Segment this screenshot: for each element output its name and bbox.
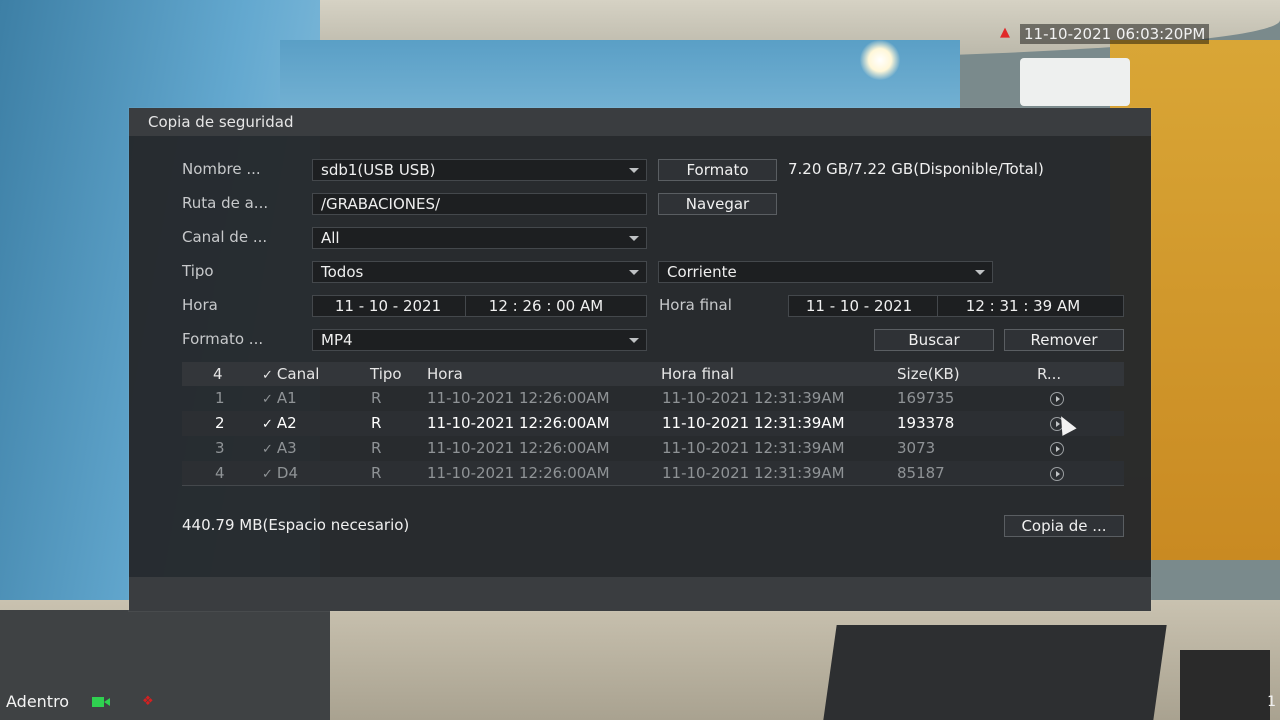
play-icon[interactable]	[1050, 392, 1064, 406]
osd-timestamp: 11-10-2021 06:03:20PM	[1020, 24, 1210, 44]
play-icon[interactable]	[1050, 442, 1064, 456]
stream-value: Corriente	[667, 263, 737, 281]
start-date[interactable]: 11 - 10 - 2021	[313, 296, 463, 316]
stream-select[interactable]: Corriente	[658, 261, 993, 283]
tv	[1180, 650, 1270, 720]
chevron-down-icon	[629, 270, 639, 275]
header-size: Size(KB)	[897, 365, 960, 383]
header-start: Hora	[427, 365, 463, 383]
alarm-bell-icon: ▲	[1000, 25, 1010, 40]
start-time[interactable]: 12 : 26 : 00 AM	[466, 296, 626, 316]
row-channel[interactable]: ✓ D4	[262, 461, 298, 486]
check-icon: ✓	[262, 392, 273, 407]
device-value: sdb1(USB USB)	[321, 161, 436, 179]
path-value: /GRABACIONES/	[321, 195, 441, 213]
check-icon: ✓	[262, 467, 273, 482]
start-datetime-field[interactable]: 11 - 10 - 2021 12 : 26 : 00 AM	[312, 295, 647, 317]
osd-edge-text: 1	[1267, 694, 1276, 710]
file-format-value: MP4	[321, 331, 353, 349]
row-end: 11-10-2021 12:31:39AM	[662, 389, 845, 407]
air-conditioner	[1020, 58, 1130, 106]
row-size: 193378	[897, 414, 955, 432]
row-type: R	[371, 414, 382, 432]
check-icon: ✓	[262, 442, 273, 457]
device-name-label: Nombre ...	[182, 160, 261, 178]
header-count: 4	[213, 365, 223, 383]
check-icon: ✓	[262, 368, 273, 383]
ceiling-light	[860, 40, 900, 80]
remove-button[interactable]: Remover	[1004, 329, 1124, 351]
type-value: Todos	[321, 263, 364, 281]
path-field[interactable]: /GRABACIONES/	[312, 193, 647, 215]
table-row[interactable]: 1 ✓ A1 R 11-10-2021 12:26:00AM 11-10-2021…	[182, 386, 1124, 411]
row-end: 11-10-2021 12:31:39AM	[662, 464, 845, 482]
row-number: 3	[215, 439, 225, 457]
row-number: 2	[215, 414, 225, 432]
row-number: 4	[215, 464, 225, 482]
play-icon[interactable]	[1050, 467, 1064, 481]
table-header: 4 ✓ Canal Tipo Hora Hora final Size(KB) R…	[182, 362, 1124, 386]
header-channel[interactable]: ✓ Canal	[262, 362, 319, 386]
backup-button[interactable]: Copia de ...	[1004, 515, 1124, 537]
browse-button[interactable]: Navegar	[658, 193, 777, 215]
table-row[interactable]: 3 ✓ A3 R 11-10-2021 12:26:00AM 11-10-2021…	[182, 436, 1124, 461]
row-start: 11-10-2021 12:26:00AM	[427, 439, 610, 457]
format-button[interactable]: Formato	[658, 159, 777, 181]
chevron-down-icon	[629, 236, 639, 241]
row-channel[interactable]: ✓ A2	[262, 411, 297, 436]
chevron-down-icon	[629, 338, 639, 343]
type-select[interactable]: Todos	[312, 261, 647, 283]
end-date[interactable]: 11 - 10 - 2021	[789, 296, 929, 316]
end-datetime-field[interactable]: 11 - 10 - 2021 12 : 31 : 39 AM	[788, 295, 1124, 317]
motion-detect-icon: ❖	[142, 694, 154, 709]
file-format-label: Formato ...	[182, 330, 264, 348]
header-type: Tipo	[370, 365, 402, 383]
path-label: Ruta de a...	[182, 194, 269, 212]
row-type: R	[371, 389, 382, 407]
device-select[interactable]: sdb1(USB USB)	[312, 159, 647, 181]
channel-select[interactable]: All	[312, 227, 647, 249]
file-table: 4 ✓ Canal Tipo Hora Hora final Size(KB) R…	[182, 362, 1124, 486]
row-end: 11-10-2021 12:31:39AM	[662, 414, 845, 432]
row-start: 11-10-2021 12:26:00AM	[427, 414, 610, 432]
channel-value: All	[321, 229, 340, 247]
capacity-text: 7.20 GB/7.22 GB(Disponible/Total)	[788, 160, 1044, 178]
dialog-footer	[129, 577, 1151, 611]
row-size: 3073	[897, 439, 936, 457]
file-format-select[interactable]: MP4	[312, 329, 647, 351]
record-camera-icon	[92, 697, 110, 707]
row-size: 169735	[897, 389, 955, 407]
row-type: R	[371, 439, 382, 457]
row-channel[interactable]: ✓ A1	[262, 386, 297, 411]
row-size: 85187	[897, 464, 945, 482]
row-number: 1	[215, 389, 225, 407]
type-label: Tipo	[182, 262, 214, 280]
table-row[interactable]: 4 ✓ D4 R 11-10-2021 12:26:00AM 11-10-2021…	[182, 461, 1124, 486]
table	[823, 625, 1167, 720]
check-icon: ✓	[262, 417, 273, 432]
row-start: 11-10-2021 12:26:00AM	[427, 464, 610, 482]
table-divider	[182, 485, 1124, 486]
row-end: 11-10-2021 12:31:39AM	[662, 439, 845, 457]
row-start: 11-10-2021 12:26:00AM	[427, 389, 610, 407]
backup-dialog: Copia de seguridad Nombre ... sdb1(USB U…	[129, 108, 1151, 611]
row-type: R	[371, 464, 382, 482]
header-play: R...	[1037, 365, 1062, 383]
end-time-label: Hora final	[659, 296, 732, 314]
dialog-title: Copia de seguridad	[129, 108, 1151, 136]
end-time[interactable]: 12 : 31 : 39 AM	[938, 296, 1108, 316]
row-channel[interactable]: ✓ A3	[262, 436, 297, 461]
chevron-down-icon	[975, 270, 985, 275]
table-row[interactable]: 2 ✓ A2 R 11-10-2021 12:26:00AM 11-10-2021…	[182, 411, 1124, 436]
start-time-label: Hora	[182, 296, 218, 314]
header-end: Hora final	[661, 365, 734, 383]
search-button[interactable]: Buscar	[874, 329, 994, 351]
osd-channel-name: Adentro	[6, 692, 70, 711]
chevron-down-icon	[629, 168, 639, 173]
space-needed-text: 440.79 MB(Espacio necesario)	[182, 516, 410, 534]
channel-label: Canal de ...	[182, 228, 268, 246]
